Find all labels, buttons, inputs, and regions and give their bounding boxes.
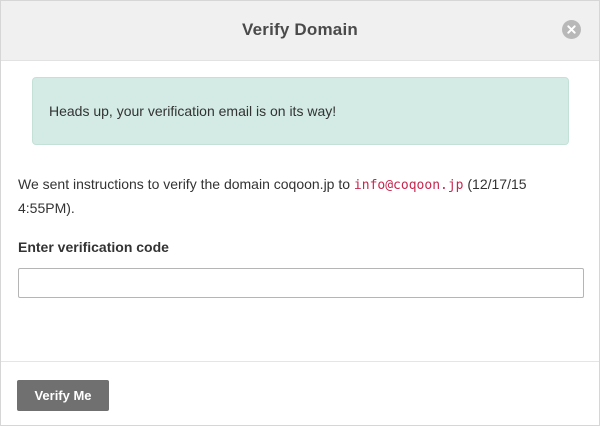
info-prefix: We sent instructions to verify the domai…	[18, 176, 354, 192]
verify-domain-modal: Verify Domain Heads up, your verificatio…	[0, 0, 600, 426]
close-button[interactable]	[562, 20, 581, 39]
success-alert: Heads up, your verification email is on …	[32, 77, 569, 145]
verify-me-button[interactable]: Verify Me	[17, 380, 109, 411]
verification-info: We sent instructions to verify the domai…	[18, 173, 578, 220]
close-icon	[567, 25, 576, 34]
verification-code-label: Enter verification code	[18, 239, 169, 255]
footer-divider	[1, 361, 599, 362]
modal-title: Verify Domain	[242, 20, 358, 39]
info-email: info@coqoon.jp	[353, 178, 464, 193]
modal-header: Verify Domain	[1, 1, 599, 61]
verification-code-input[interactable]	[18, 268, 584, 298]
alert-message: Heads up, your verification email is on …	[49, 103, 337, 119]
